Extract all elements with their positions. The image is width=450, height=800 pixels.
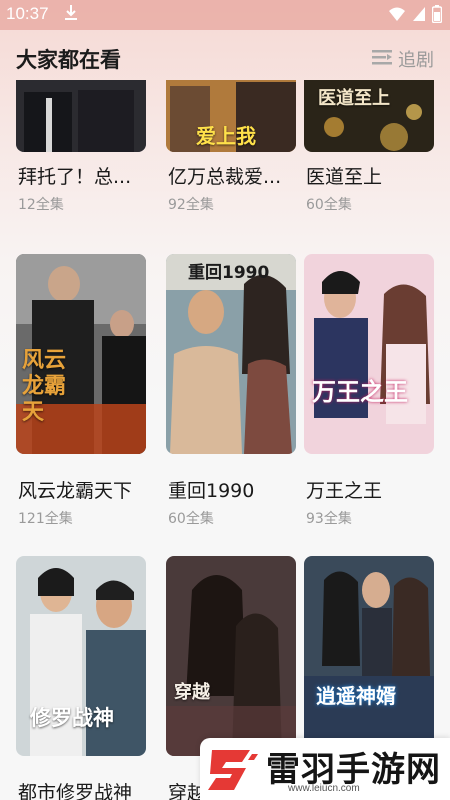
poster-image bbox=[304, 556, 434, 756]
drama-poster[interactable]: 万王之王 bbox=[304, 254, 434, 454]
drama-episodes: 60全集 bbox=[306, 197, 352, 213]
site-watermark: 雷羽手游网 www.leiucn.com bbox=[200, 738, 450, 800]
poster-image bbox=[304, 254, 434, 454]
drama-poster[interactable]: 风云龙霸天 bbox=[16, 254, 146, 454]
drama-title: 医道至上 bbox=[306, 166, 383, 188]
drama-poster[interactable]: 逍遥神婿 bbox=[304, 556, 434, 756]
poster-caption: 修罗战神 bbox=[30, 706, 114, 730]
drama-title: 风云龙霸天下 bbox=[18, 480, 133, 502]
drama-title: 亿万总裁爱... bbox=[168, 166, 282, 188]
drama-episodes: 92全集 bbox=[168, 197, 214, 213]
poster-image bbox=[166, 556, 296, 756]
drama-card[interactable]: 风云龙霸天 风云龙霸天下 121全集 bbox=[16, 254, 146, 527]
drama-card[interactable]: 万王之王 万王之王 93全集 bbox=[304, 254, 434, 527]
status-time: 10:37 bbox=[6, 4, 49, 23]
drama-title: 拜托了！总... bbox=[18, 166, 132, 188]
drama-episodes: 60全集 bbox=[168, 511, 214, 527]
drama-poster[interactable]: 爱上我 bbox=[166, 80, 296, 152]
drama-card[interactable]: 逍遥神婿 bbox=[304, 556, 434, 756]
drama-poster[interactable] bbox=[16, 80, 146, 152]
drama-card[interactable]: 穿越 穿越 bbox=[166, 556, 296, 800]
drama-episodes: 121全集 bbox=[18, 511, 73, 527]
drama-card[interactable]: 重回1990 重回1990 60全集 bbox=[166, 254, 296, 527]
drama-poster[interactable]: 重回1990 bbox=[166, 254, 296, 454]
poster-caption: 风云龙霸天 bbox=[22, 348, 67, 425]
poster-caption: 重回1990 bbox=[188, 263, 270, 283]
poster-caption: 医道至上 bbox=[318, 88, 390, 109]
poster-caption: 爱上我 bbox=[196, 124, 256, 148]
section-header: 大家都在看 追剧 bbox=[0, 36, 450, 80]
poster-caption: 逍遥神婿 bbox=[316, 684, 396, 708]
drama-card[interactable]: 爱上我 亿万总裁爱... 92全集 bbox=[166, 80, 296, 213]
wifi-icon bbox=[388, 6, 406, 26]
poster-caption: 万王之王 bbox=[312, 378, 408, 406]
signal-icon bbox=[412, 6, 426, 26]
drama-card[interactable]: 拜托了！总... 12全集 bbox=[16, 80, 146, 213]
list-icon bbox=[372, 49, 392, 70]
drama-title: 万王之王 bbox=[306, 480, 383, 502]
watermark-logo-icon bbox=[206, 746, 260, 798]
drama-title: 都市修罗战神 bbox=[18, 782, 133, 800]
poster-image bbox=[16, 80, 146, 152]
poster-caption: 穿越 bbox=[174, 682, 210, 703]
page-title: 大家都在看 bbox=[16, 48, 121, 72]
status-bar: 10:37 bbox=[0, 0, 450, 30]
drama-episodes: 12全集 bbox=[18, 197, 64, 213]
follow-drama-label: 追剧 bbox=[398, 50, 434, 71]
drama-title: 重回1990 bbox=[168, 480, 255, 502]
drama-poster[interactable]: 穿越 bbox=[166, 556, 296, 756]
poster-image bbox=[166, 254, 296, 454]
watermark-url: www.leiucn.com bbox=[288, 783, 360, 794]
drama-grid: 拜托了！总... 12全集 爱上我 亿万总裁爱... 92全集 医道至上 医道至… bbox=[0, 80, 450, 800]
battery-icon bbox=[431, 5, 443, 27]
drama-poster[interactable]: 医道至上 bbox=[304, 80, 434, 152]
drama-card[interactable]: 修罗战神 都市修罗战神 bbox=[16, 556, 146, 800]
drama-card[interactable]: 医道至上 医道至上 60全集 bbox=[304, 80, 434, 213]
follow-drama-button[interactable]: 追剧 bbox=[372, 46, 434, 72]
download-icon bbox=[64, 4, 78, 26]
drama-poster[interactable]: 修罗战神 bbox=[16, 556, 146, 756]
drama-episodes: 93全集 bbox=[306, 511, 352, 527]
